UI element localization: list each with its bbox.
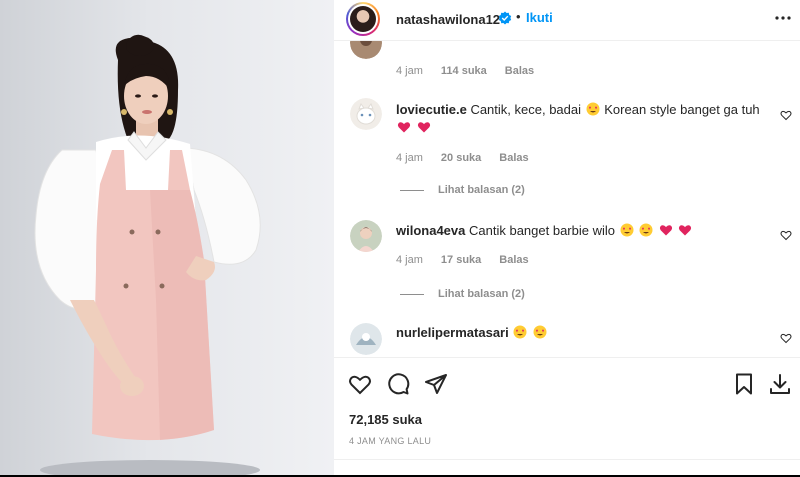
heart-eyes-emoji xyxy=(639,223,653,237)
download-icon[interactable] xyxy=(768,372,792,396)
comment-reply-button[interactable]: Balas xyxy=(505,65,534,77)
heart-eyes-emoji xyxy=(620,223,634,237)
add-comment-bar xyxy=(334,459,800,477)
comment-like-count[interactable]: 17 suka xyxy=(441,254,481,266)
red-heart-emoji xyxy=(679,225,692,236)
post-header: natashawilona12 • Ikuti xyxy=(334,0,800,41)
comment-text: Cantik, kece, badai xyxy=(470,102,582,117)
header-separator: • xyxy=(516,9,521,24)
post-side-panel: natashawilona12 • Ikuti 4 jam 114 suka B… xyxy=(334,0,800,475)
red-heart-emoji xyxy=(659,225,672,236)
share-icon[interactable] xyxy=(424,372,448,396)
red-heart-emoji xyxy=(397,122,411,133)
comment-text-continued: Korean style banget ga tuh xyxy=(604,102,760,117)
comment-avatar[interactable] xyxy=(350,98,382,130)
heart-eyes-emoji xyxy=(533,325,547,339)
post-timestamp: 4 JAM YANG LALU xyxy=(349,436,432,446)
more-options-button[interactable] xyxy=(770,6,796,30)
bookmark-icon[interactable] xyxy=(732,372,756,396)
comment-text: Cantik banget barbie wilo xyxy=(469,223,615,238)
heart-icon[interactable] xyxy=(348,372,372,396)
comment-username[interactable]: loviecutie.e xyxy=(396,102,467,117)
view-replies-button[interactable]: Lihat balasan (2) xyxy=(400,184,525,196)
post-like-count[interactable]: 72,185 suka xyxy=(349,412,422,427)
comment-time: 4 jam xyxy=(396,254,423,266)
heart-eyes-emoji xyxy=(513,325,527,339)
comment-reply-button[interactable]: Balas xyxy=(499,254,528,266)
comment-avatar[interactable] xyxy=(350,323,382,355)
comment-meta: 4 jam 17 suka Balas xyxy=(396,254,547,266)
view-replies-button[interactable]: Lihat balasan (2) xyxy=(400,288,525,300)
comment-reply-button[interactable]: Balas xyxy=(499,152,528,164)
post-actions: 72,185 suka 4 JAM YANG LALU xyxy=(334,357,800,476)
comment-meta: 4 jam 20 suka Balas xyxy=(396,152,547,164)
more-icon xyxy=(775,16,791,20)
view-replies-label: Lihat balasan (2) xyxy=(438,184,525,196)
comment-username[interactable]: nurlelipermatasari xyxy=(396,325,509,340)
comment-like-icon[interactable] xyxy=(780,229,792,241)
comment-body: wilona4eva Cantik banget barbie wilo xyxy=(396,222,771,240)
comment-like-icon[interactable] xyxy=(780,109,792,121)
comment-like-count[interactable]: 114 suka xyxy=(441,65,487,77)
comment-time: 4 jam xyxy=(396,65,423,77)
comment-body: nurlelipermatasari xyxy=(396,324,771,342)
comment-avatar[interactable] xyxy=(350,220,382,252)
verified-icon xyxy=(498,11,512,25)
comment-like-icon[interactable] xyxy=(780,332,792,344)
comment-body: loviecutie.e Cantik, kece, badai Korean … xyxy=(396,101,771,137)
follow-button[interactable]: Ikuti xyxy=(526,10,553,25)
author-avatar[interactable] xyxy=(346,2,380,36)
author-username[interactable]: natashawilona12 xyxy=(396,12,500,27)
comment-icon[interactable] xyxy=(386,372,410,396)
comments-list: 4 jam 114 suka Balas loviecutie.e Cantik… xyxy=(334,41,800,356)
comment-time: 4 jam xyxy=(396,152,423,164)
post-image xyxy=(34,34,261,475)
comment-like-count[interactable]: 20 suka xyxy=(441,152,481,164)
view-replies-label: Lihat balasan (2) xyxy=(438,288,525,300)
red-heart-emoji xyxy=(417,122,430,133)
heart-eyes-emoji xyxy=(586,102,600,116)
comment-username[interactable]: wilona4eva xyxy=(396,223,465,238)
comment-avatar[interactable] xyxy=(350,41,382,59)
comment-meta: 4 jam 114 suka Balas xyxy=(396,65,552,77)
post-photo[interactable] xyxy=(0,0,334,475)
